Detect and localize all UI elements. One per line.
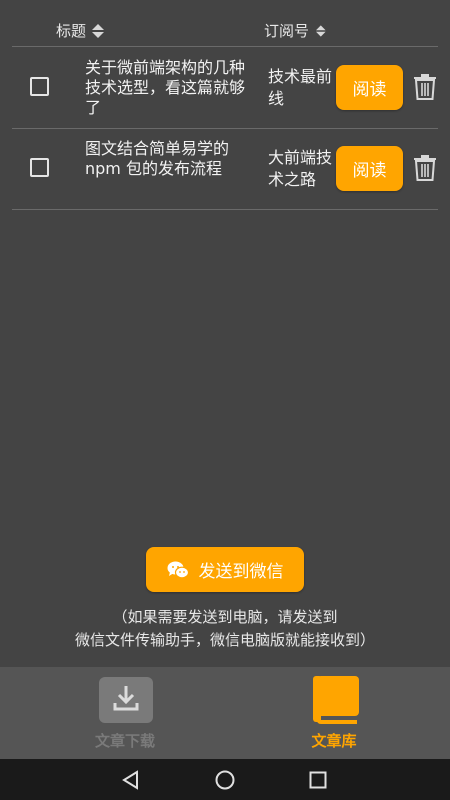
trash-icon[interactable] xyxy=(413,155,437,181)
send-to-wechat-button[interactable]: 发送到微信 xyxy=(146,547,304,592)
select-checkbox[interactable] xyxy=(30,158,49,177)
tab-library[interactable]: 文章库 xyxy=(259,667,409,759)
sort-by-title[interactable]: 标题 xyxy=(56,20,105,41)
recents-icon[interactable] xyxy=(306,768,330,792)
trash-icon[interactable] xyxy=(413,74,437,100)
tab-download-label: 文章下载 xyxy=(94,732,155,750)
hint-text-line2: 微信文件传输助手，微信电脑版就能接收到） xyxy=(74,631,375,649)
select-checkbox[interactable] xyxy=(30,77,49,96)
title-column-label: 标题 xyxy=(56,22,87,40)
read-button[interactable]: 阅读 xyxy=(336,65,403,110)
account-name: 大前端技术之路 xyxy=(268,148,333,189)
account-column-label: 订阅号 xyxy=(264,22,310,40)
article-title: 关于微前端架构的几种技术选型，看这篇就够了 xyxy=(85,58,246,117)
read-button[interactable]: 阅读 xyxy=(336,146,403,191)
account-name: 技术最前线 xyxy=(268,67,333,108)
system-navigation-bar xyxy=(0,759,450,800)
table-header: 标题 订阅号 xyxy=(12,0,438,47)
sort-icon xyxy=(92,23,105,38)
send-label: 发送到微信 xyxy=(198,562,284,582)
tab-download[interactable]: 文章下载 xyxy=(50,667,200,759)
wechat-icon xyxy=(167,561,189,578)
home-icon[interactable] xyxy=(213,768,237,792)
table-row: 关于微前端架构的几种技术选型，看这篇就够了 技术最前线 阅读 xyxy=(12,47,438,129)
book-icon xyxy=(313,676,359,724)
download-icon xyxy=(99,677,153,723)
bottom-tab-bar: 文章下载 文章库 xyxy=(0,667,450,759)
sort-icon xyxy=(316,24,326,37)
article-title: 图文结合简单易学的 npm 包的发布流程 xyxy=(85,139,230,178)
tab-library-label: 文章库 xyxy=(311,732,357,750)
hint-text-line1: （如果需要发送到电脑，请发送到 xyxy=(112,608,338,626)
back-icon[interactable] xyxy=(119,768,143,792)
table-row: 图文结合简单易学的 npm 包的发布流程 大前端技术之路 阅读 xyxy=(12,128,438,210)
sort-by-account[interactable]: 订阅号 xyxy=(264,20,326,41)
